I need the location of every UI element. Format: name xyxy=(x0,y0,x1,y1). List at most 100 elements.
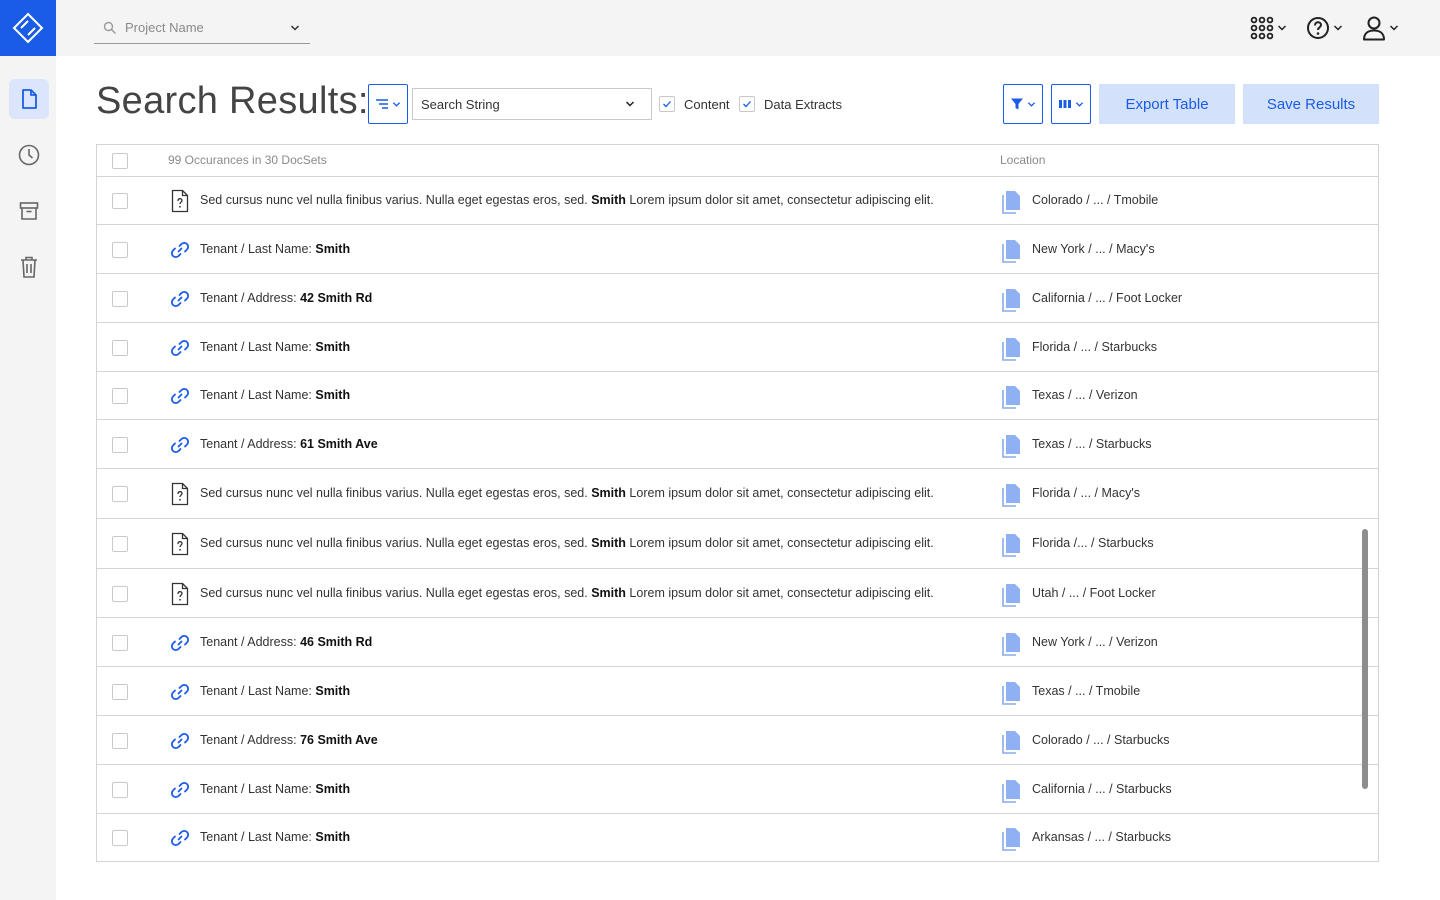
location-link[interactable]: Florida / ... / Starbucks xyxy=(1032,340,1157,354)
docset-icon xyxy=(1002,780,1020,803)
location-link[interactable]: Utah / ... / Foot Locker xyxy=(1032,586,1156,600)
match-highlight: Smith xyxy=(591,193,626,207)
docset-icon xyxy=(1002,191,1020,214)
table-row[interactable]: Tenant / Last Name: Smith Florida / ... /… xyxy=(97,323,1378,372)
location-link[interactable]: New York / ... / Verizon xyxy=(1032,635,1158,649)
table-row[interactable]: Tenant / Address: 46 Smith Rd New York / … xyxy=(97,618,1378,667)
location-docset-icon xyxy=(1002,239,1022,263)
search-type-select[interactable]: Search String xyxy=(412,88,652,120)
table-row[interactable]: Tenant / Last Name: Smith Arkansas / ... … xyxy=(97,814,1378,861)
location-link[interactable]: California / ... / Starbucks xyxy=(1032,782,1172,796)
result-prefix: Tenant / Last Name: xyxy=(200,830,312,844)
result-prefix: Sed cursus nunc vel nulla finibus varius… xyxy=(200,536,588,550)
data-extracts-checkbox[interactable]: Data Extracts xyxy=(739,96,842,112)
row-checkbox[interactable] xyxy=(112,733,128,749)
sidebar xyxy=(0,56,56,900)
result-prefix: Sed cursus nunc vel nulla finibus varius… xyxy=(200,193,588,207)
table-header: 99 Occurances in 30 DocSets Location xyxy=(97,145,1378,177)
columns-button[interactable] xyxy=(1051,84,1091,124)
table-row[interactable]: Sed cursus nunc vel nulla finibus varius… xyxy=(97,177,1378,225)
save-results-button[interactable]: Save Results xyxy=(1243,84,1379,124)
docset-icon xyxy=(1002,828,1020,851)
row-checkbox[interactable] xyxy=(112,684,128,700)
row-checkbox[interactable] xyxy=(112,340,128,356)
location-link[interactable]: Florida / ... / Macy's xyxy=(1032,486,1140,500)
row-checkbox[interactable] xyxy=(112,486,128,502)
location-docset-icon xyxy=(1002,337,1022,361)
table-row[interactable]: Sed cursus nunc vel nulla finibus varius… xyxy=(97,469,1378,519)
match-highlight: Smith xyxy=(315,684,351,698)
match-highlight: Smith xyxy=(315,340,351,354)
app-logo[interactable] xyxy=(0,0,56,56)
row-checkbox[interactable] xyxy=(112,586,128,602)
result-text: Sed cursus nunc vel nulla finibus varius… xyxy=(200,586,934,600)
result-text: Tenant / Address: 42 Smith Rd xyxy=(200,291,372,305)
table-row[interactable]: Sed cursus nunc vel nulla finibus varius… xyxy=(97,569,1378,618)
sort-button[interactable] xyxy=(368,84,408,124)
content-checkbox[interactable]: Content xyxy=(659,96,730,112)
location-link[interactable]: Florida /... / Starbucks xyxy=(1032,536,1154,550)
sidebar-item-documents[interactable] xyxy=(9,79,49,119)
result-text: Tenant / Last Name: Smith xyxy=(200,340,350,354)
location-link[interactable]: Colorado / ... / Starbucks xyxy=(1032,733,1170,747)
content-match-icon xyxy=(170,582,190,606)
page-title: Search Results: xyxy=(96,80,369,122)
location-link[interactable]: Texas / ... / Tmobile xyxy=(1032,684,1140,698)
location-link[interactable]: California / ... / Foot Locker xyxy=(1032,291,1182,305)
location-link[interactable]: Colorado / ... / Tmobile xyxy=(1032,193,1158,207)
row-checkbox[interactable] xyxy=(112,782,128,798)
location-docset-icon xyxy=(1002,385,1022,409)
row-checkbox[interactable] xyxy=(112,635,128,651)
table-scrollbar[interactable] xyxy=(1362,529,1368,789)
checkbox-box[interactable] xyxy=(739,96,755,112)
result-prefix: Tenant / Address: xyxy=(200,437,297,451)
row-checkbox[interactable] xyxy=(112,536,128,552)
data-extract-icon xyxy=(170,681,190,703)
check-icon xyxy=(663,101,671,108)
chevron-down-icon xyxy=(1075,101,1084,107)
result-prefix: Tenant / Address: xyxy=(200,733,297,747)
table-row[interactable]: Sed cursus nunc vel nulla finibus varius… xyxy=(97,519,1378,569)
chevron-down-icon xyxy=(290,24,300,31)
row-checkbox[interactable] xyxy=(112,437,128,453)
table-row[interactable]: Tenant / Address: 76 Smith Ave Colorado /… xyxy=(97,716,1378,765)
sidebar-item-history[interactable] xyxy=(9,135,49,175)
select-all-checkbox[interactable] xyxy=(112,153,128,169)
result-prefix: Tenant / Last Name: xyxy=(200,340,312,354)
table-row[interactable]: Tenant / Last Name: Smith Texas / ... / V… xyxy=(97,372,1378,420)
filter-button[interactable] xyxy=(1003,84,1043,124)
sidebar-item-archive[interactable] xyxy=(9,191,49,231)
row-checkbox[interactable] xyxy=(112,291,128,307)
result-text: Tenant / Last Name: Smith xyxy=(200,782,350,796)
location-link[interactable]: Arkansas / ... / Starbucks xyxy=(1032,830,1171,844)
export-table-button[interactable]: Export Table xyxy=(1099,84,1235,124)
location-link[interactable]: New York / ... / Macy's xyxy=(1032,242,1155,256)
result-text: Sed cursus nunc vel nulla finibus varius… xyxy=(200,536,934,550)
table-row[interactable]: Tenant / Last Name: Smith Texas / ... / T… xyxy=(97,667,1378,716)
chevron-down-icon xyxy=(1027,101,1036,107)
row-checkbox[interactable] xyxy=(112,242,128,258)
apps-menu-button[interactable] xyxy=(1250,14,1287,42)
result-text: Tenant / Last Name: Smith xyxy=(200,242,350,256)
row-checkbox[interactable] xyxy=(112,193,128,209)
help-menu-button[interactable] xyxy=(1306,14,1343,42)
result-text: Tenant / Last Name: Smith xyxy=(200,388,350,402)
sidebar-item-trash[interactable] xyxy=(9,247,49,287)
table-row[interactable]: Tenant / Last Name: Smith California / ..… xyxy=(97,765,1378,814)
top-bar: Project Name xyxy=(56,0,1440,56)
project-name-select[interactable]: Project Name xyxy=(94,12,310,44)
table-row[interactable]: Tenant / Address: 61 Smith Ave Texas / ..… xyxy=(97,420,1378,469)
location-link[interactable]: Texas / ... / Starbucks xyxy=(1032,437,1152,451)
row-checkbox[interactable] xyxy=(112,830,128,846)
user-menu-button[interactable] xyxy=(1362,14,1399,42)
row-checkbox[interactable] xyxy=(112,388,128,404)
document-question-icon xyxy=(171,532,189,556)
result-suffix: Lorem ipsum dolor sit amet, consectetur … xyxy=(629,486,934,500)
location-link[interactable]: Texas / ... / Verizon xyxy=(1032,388,1138,402)
table-row[interactable]: Tenant / Last Name: Smith New York / ... … xyxy=(97,225,1378,274)
data-extract-icon xyxy=(170,385,190,407)
checkbox-box[interactable] xyxy=(659,96,675,112)
table-row[interactable]: Tenant / Address: 42 Smith Rd California … xyxy=(97,274,1378,323)
docset-icon xyxy=(1002,682,1020,705)
chevron-down-icon xyxy=(392,101,401,107)
